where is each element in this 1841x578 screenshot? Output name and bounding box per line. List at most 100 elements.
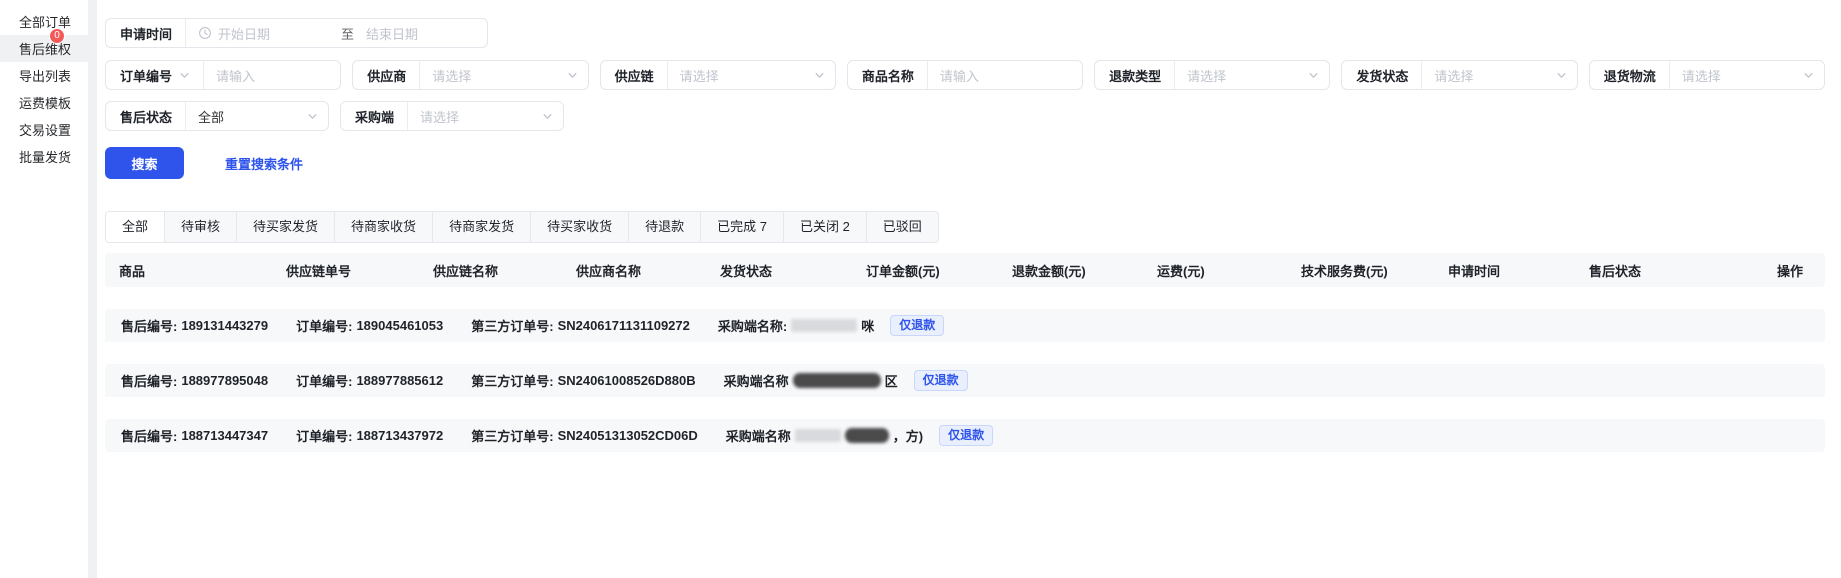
tab-4[interactable]: 待商家发货 xyxy=(433,212,531,242)
tab-6[interactable]: 待退款 xyxy=(629,212,701,242)
date-range-separator: 至 xyxy=(335,24,360,43)
sidebar-item-3[interactable]: 运费模板 xyxy=(0,89,88,116)
column-header-10: 售后状态 xyxy=(1575,261,1720,280)
filter-apply-time-label: 申请时间 xyxy=(106,19,185,47)
filter-purchase-side-value: 请选择 xyxy=(420,107,536,126)
filter-return-logistics-value: 请选择 xyxy=(1682,66,1797,85)
column-header-7: 运费(元) xyxy=(1143,261,1287,280)
filter-product-name-value: 请输入 xyxy=(940,66,1072,85)
filter-refund-type[interactable]: 退款类型请选择 xyxy=(1094,60,1330,90)
order-group: 售后编号:188977895048订单编号:188977885612第三方订单号… xyxy=(105,364,1825,397)
chevron-down-icon xyxy=(542,111,553,122)
tab-8[interactable]: 已关闭 2 xyxy=(784,212,867,242)
reset-search-link[interactable]: 重置搜索条件 xyxy=(225,154,303,173)
field-label: 采购端名称: xyxy=(718,316,787,335)
text-fragment: 咪 xyxy=(861,316,874,335)
field-label: 售后编号: xyxy=(121,371,177,390)
text-fragment: ，方) xyxy=(893,426,923,445)
field-label: 售后编号: xyxy=(121,426,177,445)
filter-refund-type-field[interactable]: 请选择 xyxy=(1174,61,1329,89)
filter-supplier-field[interactable]: 请选择 xyxy=(419,61,587,89)
field-value: SN24051313052CD06D xyxy=(558,428,698,443)
sidebar-divider xyxy=(88,0,97,578)
filter-supply-chain-field[interactable]: 请选择 xyxy=(667,61,835,89)
filter-label-text: 供应链 xyxy=(615,66,654,85)
filter-order-no-field[interactable]: 请输入 xyxy=(203,61,340,89)
field-value: 188977885612 xyxy=(356,373,443,388)
filter-supply-chain[interactable]: 供应链请选择 xyxy=(600,60,836,90)
tab-9[interactable]: 已驳回 xyxy=(867,212,938,242)
redacted-text xyxy=(791,319,857,332)
filter-label-text: 采购端 xyxy=(355,107,394,126)
tab-2[interactable]: 待买家发货 xyxy=(237,212,335,242)
filter-return-logistics[interactable]: 退货物流请选择 xyxy=(1589,60,1825,90)
filter-after-sale-status[interactable]: 售后状态 全部 xyxy=(105,101,329,131)
table-body: 售后编号: 189131443279 订单编号:189045461053 第三方订单号… xyxy=(105,309,1825,452)
filter-ship-status-field[interactable]: 请选择 xyxy=(1421,61,1576,89)
filter-ship-status[interactable]: 发货状态请选择 xyxy=(1341,60,1577,90)
filter-ship-status-label: 发货状态 xyxy=(1342,61,1421,89)
redacted-text xyxy=(845,428,889,443)
group-header: 售后编号:188713447347 订单编号: 188713437972 第三方订单号… xyxy=(105,419,1825,452)
sidebar-item-5[interactable]: 批量发货 xyxy=(0,143,88,170)
field-label: 订单编号: xyxy=(296,426,352,445)
chevron-down-icon xyxy=(1556,70,1567,81)
filter-order-no-label: 订单编号 xyxy=(106,61,203,89)
redacted-text xyxy=(795,429,841,442)
tab-1[interactable]: 待审核 xyxy=(165,212,237,242)
orders-table: 商品供应链单号供应链名称供应商名称发货状态订单金额(元)退款金额(元)运费(元)… xyxy=(105,253,1825,452)
search-button[interactable]: 搜索 xyxy=(105,147,184,179)
field-value: 189131443279 xyxy=(181,318,268,333)
filter-product-name[interactable]: 商品名称 请输入 xyxy=(847,60,1083,90)
tab-7[interactable]: 已完成 7 xyxy=(701,212,784,242)
group-header-field: 订单编号: 188713437972 xyxy=(296,426,443,445)
filter-product-name-field[interactable]: 请输入 xyxy=(927,61,1082,89)
buyer-name: 采购端名称区仅退款 xyxy=(724,370,968,391)
sidebar-item-1[interactable]: 售后维权0 xyxy=(0,35,88,62)
filter-row-3: 售后状态 全部 采购端 请选择 xyxy=(105,101,1825,131)
status-tabs: 全部待审核待买家发货待商家收货待商家发货待买家收货待退款已完成 7已关闭 2已驳… xyxy=(105,211,939,243)
group-header: 售后编号:188977895048订单编号:188977885612第三方订单号… xyxy=(105,364,1825,397)
field-label: 采购端名称 xyxy=(726,426,791,445)
filter-purchase-side[interactable]: 采购端 请选择 xyxy=(340,101,564,131)
filter-after-sale-status-field[interactable]: 全部 xyxy=(185,102,328,130)
sidebar-item-label: 售后维权 xyxy=(19,39,71,58)
filter-label-text: 售后状态 xyxy=(120,107,172,126)
tab-3[interactable]: 待商家收货 xyxy=(335,212,433,242)
filter-label-text: 发货状态 xyxy=(1356,66,1408,85)
sidebar-item-0[interactable]: 全部订单 xyxy=(0,8,88,35)
group-header-field: 售后编号:188713447347 xyxy=(121,426,268,445)
group-header-field: 订单编号:189045461053 xyxy=(296,316,443,335)
filter-apply-time[interactable]: 申请时间 开始日期 至 结束日期 xyxy=(105,18,488,48)
chevron-down-icon xyxy=(567,70,578,81)
field-value: 188713437972 xyxy=(356,428,443,443)
filter-refund-type-value: 请选择 xyxy=(1187,66,1302,85)
date-range-field[interactable]: 开始日期 至 结束日期 xyxy=(185,19,487,47)
filter-supplier-value: 请选择 xyxy=(432,66,560,85)
filter-label-text: 商品名称 xyxy=(862,66,914,85)
filter-purchase-side-field[interactable]: 请选择 xyxy=(407,102,563,130)
filter-refund-type-label: 退款类型 xyxy=(1095,61,1174,89)
column-header-2: 供应链名称 xyxy=(419,261,562,280)
column-header-0: 商品 xyxy=(105,261,272,280)
group-header-field: 第三方订单号:SN24061008526D880B xyxy=(471,371,695,390)
end-date-input[interactable]: 结束日期 xyxy=(366,24,477,43)
start-date-input[interactable]: 开始日期 xyxy=(218,24,329,43)
group-header-field: 第三方订单号:SN2406171131109272 xyxy=(471,316,690,335)
group-header-field: 第三方订单号:SN24051313052CD06D xyxy=(471,426,698,445)
tab-5[interactable]: 待买家收货 xyxy=(531,212,629,242)
filter-supplier[interactable]: 供应商请选择 xyxy=(352,60,588,90)
chevron-down-icon xyxy=(179,70,190,81)
sidebar-item-2[interactable]: 导出列表 xyxy=(0,62,88,89)
filter-return-logistics-field[interactable]: 请选择 xyxy=(1669,61,1824,89)
filter-after-sale-status-label: 售后状态 xyxy=(106,102,185,130)
chevron-down-icon xyxy=(1308,70,1319,81)
filter-order-no[interactable]: 订单编号请输入 xyxy=(105,60,341,90)
tab-0[interactable]: 全部 xyxy=(106,212,165,242)
refund-only-badge: 仅退款 xyxy=(939,425,993,446)
filter-after-sale-status-value: 全部 xyxy=(198,107,301,126)
filter-order-no-value: 请输入 xyxy=(216,66,330,85)
sidebar-item-4[interactable]: 交易设置 xyxy=(0,116,88,143)
field-value: SN2406171131109272 xyxy=(558,318,690,333)
column-header-3: 供应商名称 xyxy=(562,261,706,280)
